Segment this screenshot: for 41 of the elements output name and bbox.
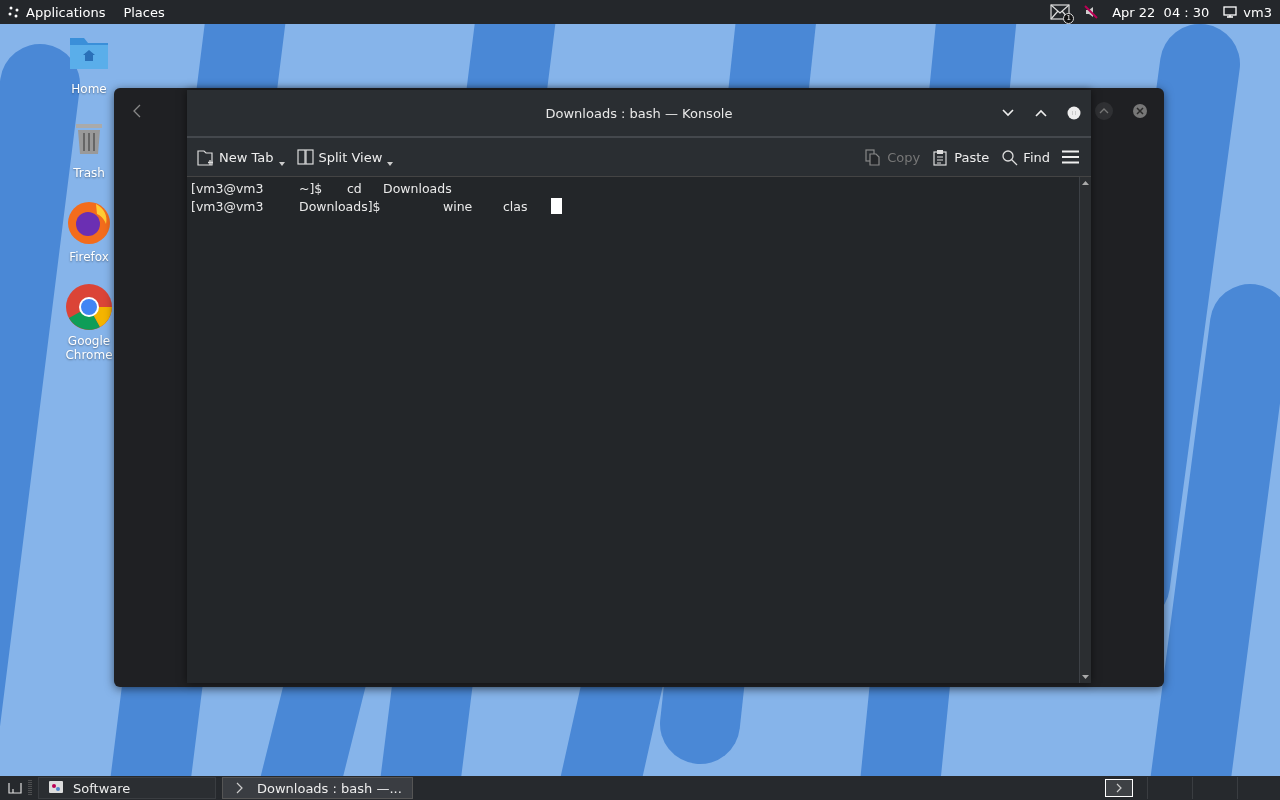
menu-icon (1062, 150, 1079, 164)
user-menu[interactable]: vm3 (1223, 4, 1272, 20)
clock[interactable]: Apr 22 04 : 30 (1112, 4, 1210, 20)
columns-icon (296, 148, 314, 166)
scroll-up-icon[interactable] (1082, 181, 1089, 185)
toolbar-button[interactable]: New Tab (195, 145, 291, 169)
taskbar-button[interactable]: Software (38, 777, 216, 799)
dots-icon (8, 6, 20, 18)
drag-handle-icon (28, 779, 32, 797)
muted-speaker-icon[interactable] (1084, 5, 1099, 19)
window-title: Downloads : bash — Konsole (545, 105, 733, 121)
back-icon[interactable] (132, 104, 142, 118)
toolbar-button[interactable]: Split View (294, 145, 400, 169)
terminal-text: [vm3@vm3 (191, 198, 265, 214)
show-desktop-icon[interactable] (8, 782, 22, 794)
search-icon (1001, 148, 1019, 166)
toolbar-button[interactable]: Find (999, 145, 1056, 169)
scrollbar[interactable] (1079, 177, 1091, 683)
terminal-text: ~]$ (299, 180, 324, 196)
clipboard-icon (932, 148, 950, 166)
new-tab-icon (197, 148, 214, 166)
scroll-down-icon[interactable] (1082, 675, 1089, 679)
minimize-icon[interactable] (1001, 108, 1015, 118)
terminal-text: Downloads]$ (299, 198, 382, 214)
copy-icon (865, 148, 883, 166)
workspace-switcher[interactable] (1105, 779, 1133, 797)
mail-icon (1050, 4, 1071, 20)
terminal-text: clas (503, 198, 529, 214)
terminal-text: [vm3@vm3 (191, 180, 265, 196)
panel-menu[interactable]: Places (123, 4, 165, 20)
monitor-icon (1223, 6, 1238, 18)
maximize-icon[interactable] (1034, 108, 1048, 118)
chrome-icon (64, 282, 114, 332)
terminal-text: Downloads (383, 180, 452, 196)
terminal-text: wine (443, 198, 474, 214)
taskbar-button[interactable]: Downloads : bash —... (222, 777, 413, 799)
toolbar-button[interactable]: Paste (930, 145, 996, 169)
terminal-text: cd (347, 180, 363, 196)
panel-menu[interactable]: Applications (8, 4, 106, 20)
terminal-output[interactable]: [vm3@vm3 ~]$ cd Downloads [vm3@vm3 Downloads]$ wine clas (187, 177, 1079, 683)
app-icon (49, 781, 63, 795)
